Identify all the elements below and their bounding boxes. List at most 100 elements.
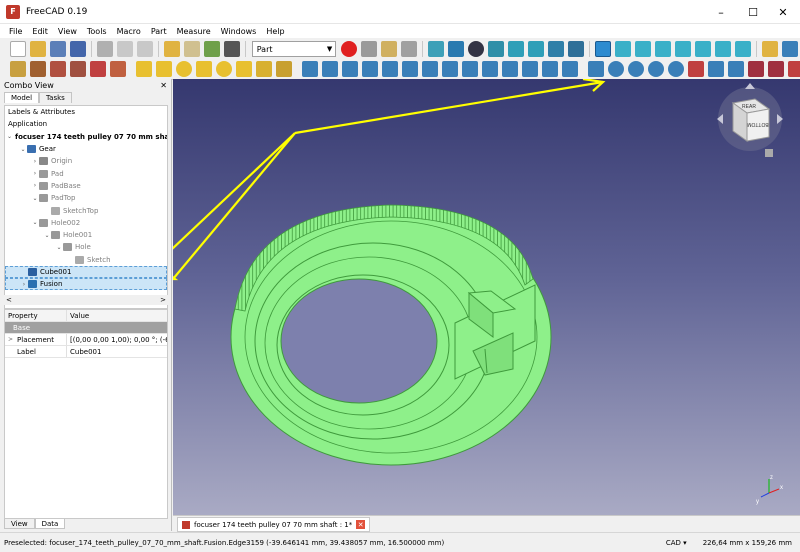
property-value[interactable]: [(0,00 0,00 1,00); 0,00 °; (-6... bbox=[67, 336, 167, 344]
menu-part[interactable]: Part bbox=[151, 27, 167, 36]
tree-item[interactable]: › Origin bbox=[5, 155, 167, 167]
menu-view[interactable]: View bbox=[58, 27, 77, 36]
tab-data[interactable]: Data bbox=[34, 519, 66, 529]
tab-view[interactable]: View bbox=[4, 519, 35, 529]
property-value[interactable]: Cube001 bbox=[67, 348, 167, 356]
projection-icon[interactable] bbox=[562, 60, 578, 77]
mirror-icon[interactable] bbox=[342, 60, 358, 77]
navigation-style-selector[interactable]: CAD ▾ bbox=[666, 539, 687, 547]
view-top-icon[interactable] bbox=[655, 41, 672, 57]
menu-windows[interactable]: Windows bbox=[221, 27, 257, 36]
part-tool-1-icon[interactable] bbox=[10, 60, 26, 77]
scroll-right-icon[interactable]: > bbox=[160, 296, 166, 304]
defeaturing-icon[interactable] bbox=[748, 60, 764, 77]
expand-arrow-icon[interactable]: › bbox=[20, 281, 28, 288]
tree-horizontal-scrollbar[interactable]: < > bbox=[4, 295, 168, 305]
expand-arrow-icon[interactable]: › bbox=[31, 170, 39, 177]
expand-arrow-icon[interactable]: > bbox=[8, 336, 13, 343]
group-icon[interactable] bbox=[781, 41, 798, 57]
expand-arrow-icon[interactable]: ⌄ bbox=[31, 219, 39, 226]
view-rear-icon[interactable] bbox=[695, 41, 712, 57]
view-isometric-icon[interactable] bbox=[615, 41, 632, 57]
pulley-model[interactable] bbox=[230, 204, 552, 466]
menu-tools[interactable]: Tools bbox=[87, 27, 107, 36]
cylinder-icon[interactable] bbox=[156, 60, 172, 77]
expand-arrow-icon[interactable]: ⌄ bbox=[7, 133, 12, 140]
join-features-icon[interactable] bbox=[688, 60, 704, 77]
tree-item[interactable]: ⌄ Gear bbox=[5, 143, 167, 155]
menu-edit[interactable]: Edit bbox=[32, 27, 48, 36]
tree-item[interactable]: ⌄ Hole bbox=[5, 241, 167, 253]
tree-item[interactable]: › PadBase bbox=[5, 180, 167, 192]
tree-item[interactable]: › Pad bbox=[5, 167, 167, 179]
new-document-icon[interactable] bbox=[10, 41, 26, 57]
property-view[interactable]: Property Value Base > Placement [(0,00 0… bbox=[4, 309, 168, 519]
workbench-selector[interactable]: Part ▼ bbox=[251, 41, 337, 57]
navcube-top-face[interactable]: REAR bbox=[742, 104, 756, 110]
run-macro-icon[interactable] bbox=[401, 41, 418, 57]
part-tool-5-icon[interactable] bbox=[90, 60, 106, 77]
bounding-box-icon[interactable] bbox=[488, 41, 505, 57]
fuse-icon[interactable] bbox=[648, 60, 664, 77]
menu-help[interactable]: Help bbox=[266, 27, 284, 36]
tree-item[interactable]: Sketch bbox=[5, 254, 167, 266]
primitives-icon[interactable] bbox=[256, 60, 272, 77]
model-tree[interactable]: Labels & Attributes Application ⌄ focuser… bbox=[4, 105, 168, 309]
3d-viewport[interactable]: REAR BOTTOM z x y bbox=[173, 79, 800, 515]
back-arrow-icon[interactable] bbox=[508, 41, 525, 57]
document-tab[interactable]: focuser 174 teeth pulley 07 70 mm shaft … bbox=[177, 517, 371, 532]
forward-arrow-icon[interactable] bbox=[528, 41, 545, 57]
close-tab-icon[interactable]: ✕ bbox=[356, 520, 366, 529]
view-right-icon[interactable] bbox=[675, 41, 692, 57]
boolean-icon[interactable] bbox=[608, 60, 624, 77]
part-tool-3-icon[interactable] bbox=[50, 60, 66, 77]
nav-menu-icon[interactable] bbox=[765, 149, 773, 157]
fillet-icon[interactable] bbox=[362, 60, 378, 77]
tab-model[interactable]: Model bbox=[4, 92, 40, 103]
fit-selection-icon[interactable] bbox=[448, 41, 465, 57]
chamfer-icon[interactable] bbox=[382, 60, 398, 77]
scroll-left-icon[interactable]: < bbox=[6, 296, 12, 304]
sphere-icon[interactable] bbox=[176, 60, 192, 77]
copy-icon[interactable] bbox=[116, 41, 133, 57]
tree-item[interactable]: › Fusion bbox=[5, 278, 167, 291]
navigation-cube[interactable]: REAR BOTTOM bbox=[717, 83, 783, 157]
whats-this-icon[interactable] bbox=[223, 41, 240, 57]
paste-icon[interactable] bbox=[136, 41, 153, 57]
edit-macro-icon[interactable] bbox=[381, 41, 398, 57]
cube-icon[interactable] bbox=[136, 60, 152, 77]
save-icon[interactable] bbox=[50, 41, 66, 57]
tree-item[interactable]: ⌄ Hole001 bbox=[5, 229, 167, 241]
section-icon[interactable] bbox=[482, 60, 498, 77]
3d-scene[interactable]: REAR BOTTOM z x y bbox=[173, 79, 800, 515]
draw-style-icon[interactable] bbox=[468, 41, 485, 57]
measure-icon[interactable] bbox=[768, 60, 784, 77]
extrude-icon[interactable] bbox=[302, 60, 318, 77]
split-tools-icon[interactable] bbox=[708, 60, 724, 77]
tube-icon[interactable] bbox=[236, 60, 252, 77]
close-button[interactable]: ✕ bbox=[768, 0, 798, 24]
view-front-icon[interactable] bbox=[635, 41, 652, 57]
tree-item[interactable]: ⌄ focuser 174 teeth pulley 07 70 mm shaft bbox=[5, 131, 167, 143]
expand-arrow-icon[interactable]: ⌄ bbox=[43, 232, 51, 239]
save-as-icon[interactable] bbox=[70, 41, 86, 57]
offset-icon[interactable] bbox=[522, 60, 538, 77]
view-left-icon[interactable] bbox=[735, 41, 752, 57]
view-bottom-icon[interactable] bbox=[715, 41, 732, 57]
zoom-icon[interactable] bbox=[595, 41, 612, 57]
record-macro-icon[interactable] bbox=[341, 41, 358, 57]
minimize-button[interactable]: – bbox=[706, 0, 736, 24]
panel-close-icon[interactable]: ✕ bbox=[160, 81, 167, 90]
redo-icon[interactable] bbox=[183, 41, 200, 57]
tree-item[interactable]: ⌄ PadTop bbox=[5, 192, 167, 204]
measure-clear-icon[interactable] bbox=[788, 60, 800, 77]
stop-macro-icon[interactable] bbox=[361, 41, 378, 57]
property-row-label[interactable]: Label Cube001 bbox=[5, 346, 167, 358]
shape-builder-icon[interactable] bbox=[276, 60, 292, 77]
expand-arrow-icon[interactable]: › bbox=[31, 182, 39, 189]
fit-all-icon[interactable] bbox=[428, 41, 445, 57]
maximize-button[interactable]: ☐ bbox=[738, 0, 768, 24]
part-tool-4-icon[interactable] bbox=[70, 60, 86, 77]
common-icon[interactable] bbox=[668, 60, 684, 77]
menu-measure[interactable]: Measure bbox=[177, 27, 211, 36]
